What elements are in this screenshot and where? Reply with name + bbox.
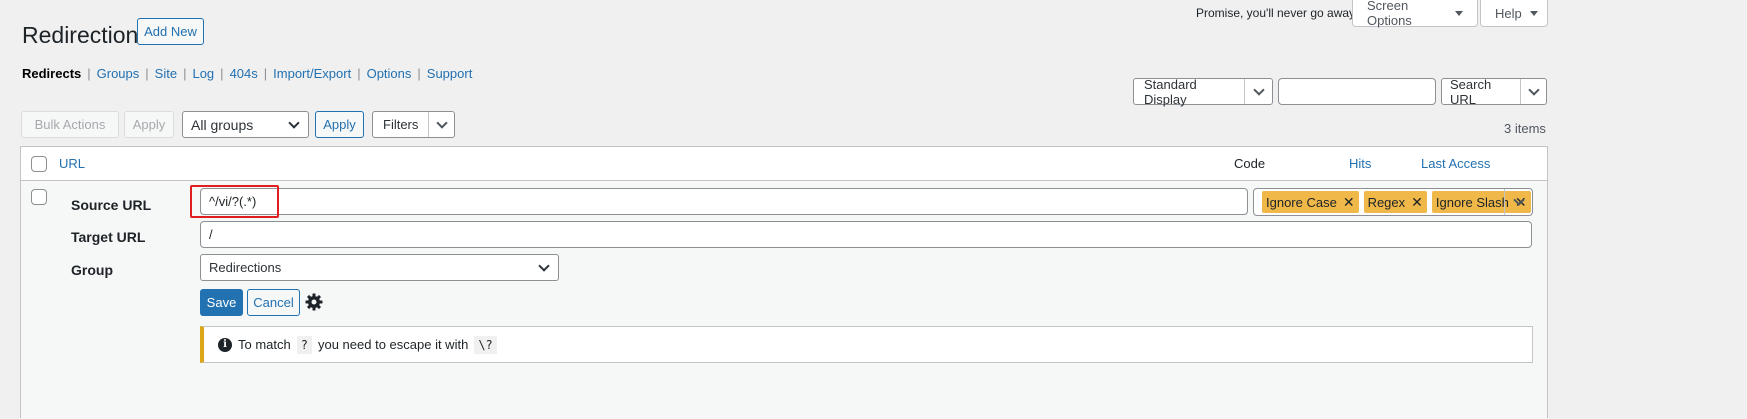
subnav-redirects[interactable]: Redirects xyxy=(22,66,81,81)
separator: | xyxy=(417,66,421,81)
screen-options-label: Screen Options xyxy=(1367,0,1412,28)
chevron-down-icon xyxy=(428,112,454,137)
separator: | xyxy=(263,66,268,81)
subnav-groups[interactable]: Groups xyxy=(97,66,140,81)
bulk-apply-button[interactable]: Apply xyxy=(124,111,174,138)
separator: | xyxy=(87,66,91,81)
bulk-actions-label: Bulk Actions xyxy=(34,117,106,132)
separator: | xyxy=(357,66,361,81)
notice-middle: you need to escape it with xyxy=(317,337,469,352)
search-url-label: Search URL xyxy=(1450,76,1492,107)
subnav-404s[interactable]: 404s xyxy=(230,66,258,81)
separator: | xyxy=(145,66,149,81)
flag-tag-ignore-case: Ignore Case ✕ xyxy=(1262,191,1359,213)
chevron-down-icon xyxy=(288,116,300,129)
search-input[interactable] xyxy=(1278,78,1436,105)
groups-apply-button[interactable]: Apply xyxy=(315,111,364,138)
highlight-box xyxy=(190,185,279,218)
cancel-button[interactable]: Cancel xyxy=(247,289,300,316)
edit-row: Source URL ^/vi/?(.*) Ignore Case ✕ Rege… xyxy=(21,181,1547,419)
select-all-checkbox[interactable] xyxy=(31,156,47,172)
filters-button[interactable]: Filters xyxy=(372,111,455,138)
redirects-table: URL Code Hits Last Access Source URL ^/v… xyxy=(20,146,1548,419)
column-hits[interactable]: Hits xyxy=(1349,156,1371,171)
flag-label: Regex xyxy=(1367,194,1406,210)
separator: | xyxy=(183,66,187,81)
column-url[interactable]: URL xyxy=(59,156,85,171)
column-code: Code xyxy=(1234,156,1266,171)
bulk-actions-select[interactable]: Bulk Actions xyxy=(21,111,119,138)
chevron-down-icon[interactable] xyxy=(1520,79,1546,104)
notice-code-escape: \? xyxy=(474,335,497,354)
group-label: Group xyxy=(71,262,113,278)
subsubsub-nav: Redirects | Groups | Site | Log | 404s | Impo… xyxy=(22,66,472,81)
separator: | xyxy=(220,66,224,81)
caret-down-icon xyxy=(1529,10,1538,16)
flag-label: Ignore Slash xyxy=(1435,194,1509,210)
filters-label: Filters xyxy=(383,117,419,132)
target-url-label: Target URL xyxy=(71,229,146,245)
notice-prefix: To match xyxy=(238,337,291,352)
close-icon[interactable]: ✕ xyxy=(1343,194,1355,211)
notice-code-question: ? xyxy=(296,335,312,354)
info-icon: i xyxy=(218,337,232,352)
table-header: URL Code Hits Last Access xyxy=(21,147,1547,181)
flags-multiselect[interactable]: Ignore Case ✕ Regex ✕ Ignore Slash ✕ xyxy=(1253,188,1533,216)
subnav-support[interactable]: Support xyxy=(427,66,473,81)
group-select[interactable]: Redirections xyxy=(200,254,559,281)
notice-box: i To match ? you need to escape it with … xyxy=(200,326,1533,363)
subnav-site[interactable]: Site xyxy=(155,66,177,81)
source-url-input[interactable]: ^/vi/?(.*) xyxy=(200,188,1248,215)
chevron-down-icon[interactable] xyxy=(1504,189,1532,215)
chevron-down-icon xyxy=(1244,79,1272,104)
display-select[interactable]: Standard Display xyxy=(1133,76,1273,107)
display-select-value: Standard Display xyxy=(1144,76,1197,107)
groups-filter-select[interactable]: All groups xyxy=(182,111,309,138)
close-icon[interactable]: ✕ xyxy=(1411,194,1423,211)
add-new-button[interactable]: Add New xyxy=(137,18,204,45)
items-count: 3 items xyxy=(1504,121,1546,136)
target-url-input[interactable]: / xyxy=(200,221,1532,248)
save-button[interactable]: Save xyxy=(200,289,243,316)
promise-text: Promise, you'll never go away xyxy=(1196,6,1356,20)
gear-icon[interactable] xyxy=(304,292,324,312)
screen-options-button[interactable]: Screen Options xyxy=(1352,0,1478,28)
subnav-log[interactable]: Log xyxy=(192,66,214,81)
caret-down-icon xyxy=(1455,10,1463,16)
subnav-options[interactable]: Options xyxy=(367,66,412,81)
page-title: Redirections xyxy=(22,22,150,48)
chevron-down-icon xyxy=(538,259,550,272)
flag-tag-regex: Regex ✕ xyxy=(1363,191,1427,213)
flag-label: Ignore Case xyxy=(1266,194,1337,210)
help-label: Help xyxy=(1495,5,1522,21)
help-button[interactable]: Help xyxy=(1480,0,1548,27)
search-url-button[interactable]: Search URL xyxy=(1441,76,1547,107)
source-url-label: Source URL xyxy=(71,197,152,213)
group-select-value: Redirections xyxy=(209,260,282,275)
subnav-import-export[interactable]: Import/Export xyxy=(273,66,351,81)
row-checkbox[interactable] xyxy=(31,189,47,205)
column-last-access[interactable]: Last Access xyxy=(1421,156,1490,171)
groups-filter-value: All groups xyxy=(191,116,254,133)
